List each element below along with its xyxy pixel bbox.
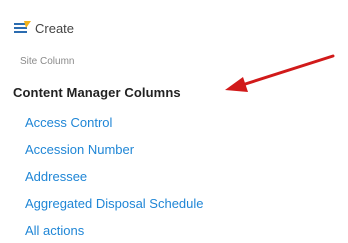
- list-item: Access Control: [25, 113, 204, 140]
- list-item: Aggregated Disposal Schedule: [25, 194, 204, 221]
- red-arrow-icon: [225, 54, 335, 92]
- column-link-aggregated-disposal-schedule[interactable]: Aggregated Disposal Schedule: [25, 196, 204, 211]
- group-heading: Content Manager Columns: [13, 85, 181, 100]
- create-column-icon: [14, 20, 32, 34]
- list-item: Addressee: [25, 167, 204, 194]
- column-link-accession-number[interactable]: Accession Number: [25, 142, 134, 157]
- list-item: All actions: [25, 221, 204, 243]
- create-link[interactable]: Create: [14, 18, 74, 38]
- column-list: Access Control Accession Number Addresse…: [25, 113, 204, 243]
- column-link-addressee[interactable]: Addressee: [25, 169, 87, 184]
- list-item: Accession Number: [25, 140, 204, 167]
- site-columns-page: Create Site Column Content Manager Colum…: [0, 0, 348, 243]
- create-label: Create: [35, 20, 75, 36]
- column-link-all-actions[interactable]: All actions: [25, 223, 84, 238]
- site-column-label: Site Column: [20, 56, 75, 67]
- column-link-access-control[interactable]: Access Control: [25, 115, 112, 130]
